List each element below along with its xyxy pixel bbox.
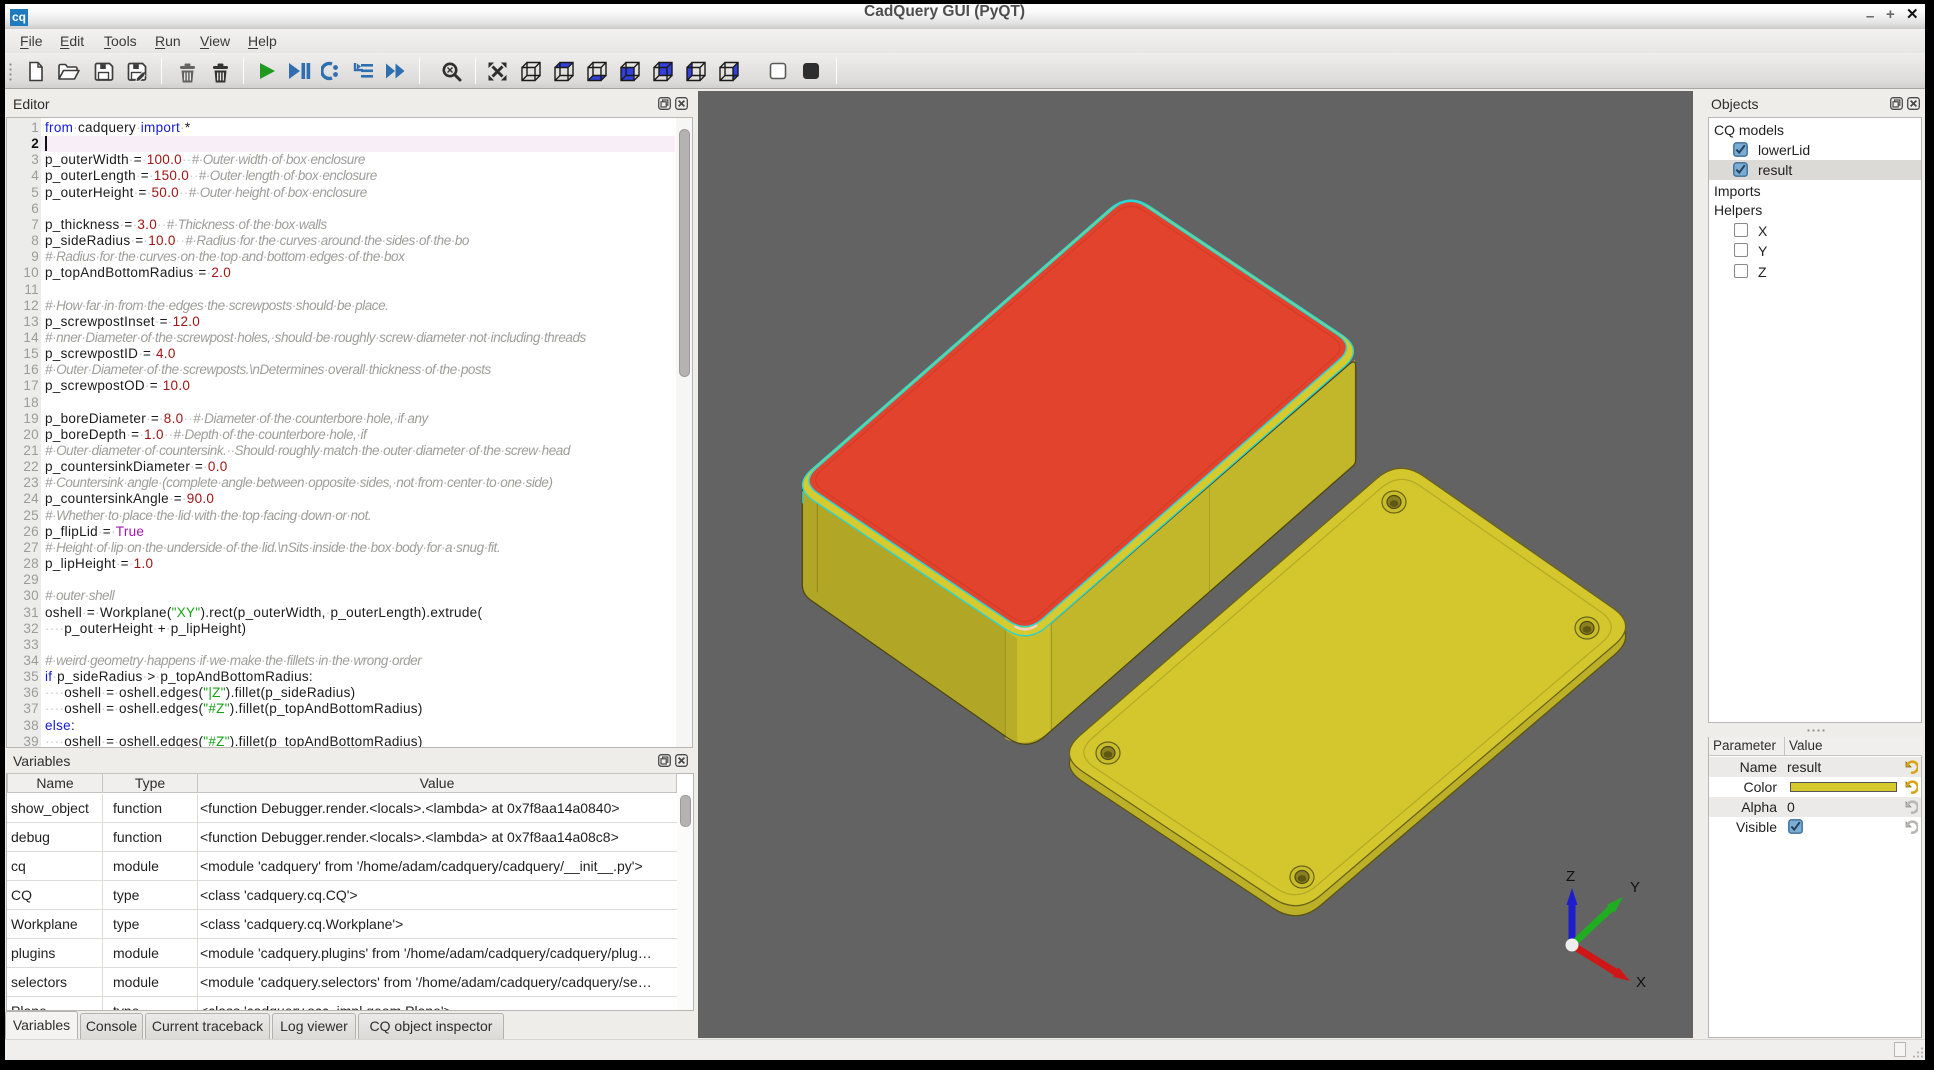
svg-text:Y: Y: [1630, 879, 1640, 896]
svg-text:X: X: [1636, 974, 1646, 991]
svg-text:Z: Z: [1566, 868, 1575, 885]
